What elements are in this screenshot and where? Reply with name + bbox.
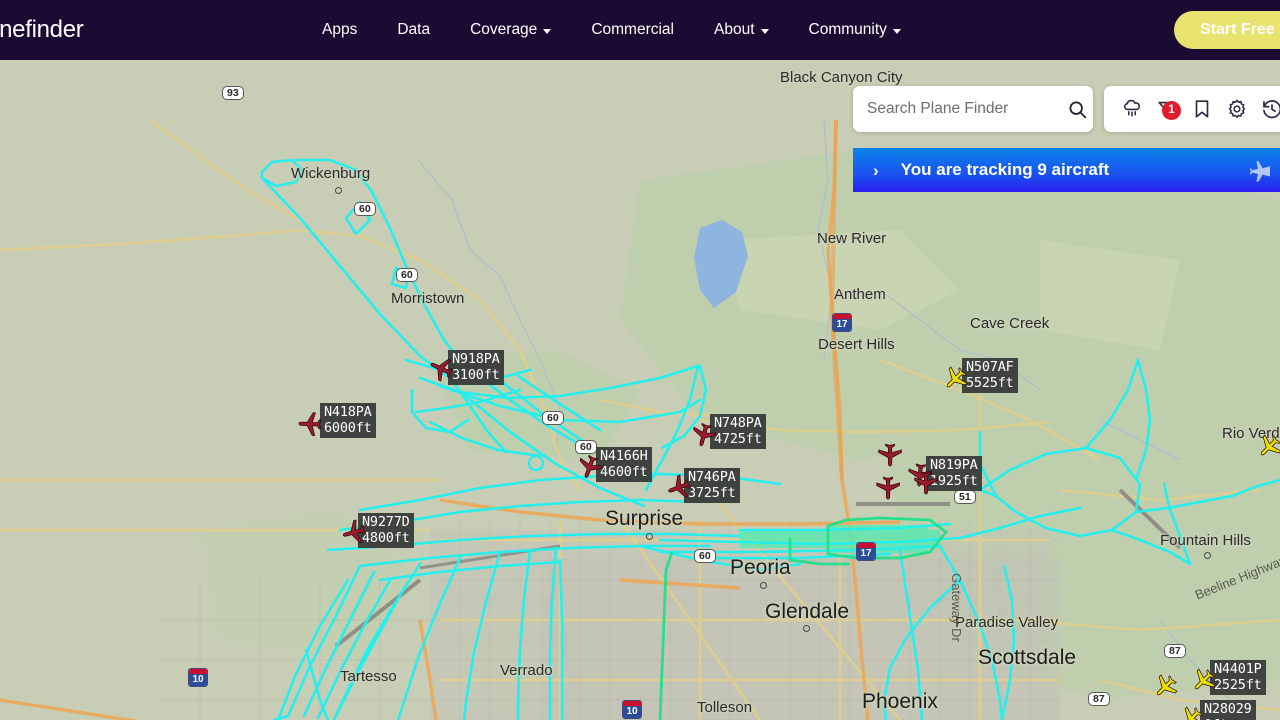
highway-shield: 10 <box>622 700 642 719</box>
aircraft-icon-N746PA[interactable] <box>666 473 694 506</box>
aircraft-callsign: N507AF <box>966 359 1014 375</box>
nav-item-label: Apps <box>322 21 358 38</box>
highway-shield: 60 <box>354 202 376 216</box>
nav-item-coverage[interactable]: Coverage <box>450 0 571 60</box>
nav-item-label: About <box>714 21 755 38</box>
gear-icon[interactable] <box>1223 96 1250 123</box>
city-marker-dot <box>1204 552 1211 559</box>
nav-item-about[interactable]: About <box>694 0 789 60</box>
main-nav[interactable]: Apps Data Coverage Commercial About Community <box>322 0 921 60</box>
tracking-banner-text: You are tracking 9 aircraft <box>900 160 1110 179</box>
plane-icon <box>1246 160 1276 189</box>
chevron-down-icon <box>760 28 769 34</box>
highway-shield: 17 <box>832 313 852 332</box>
brand-logo-text: Planefinder <box>0 16 84 43</box>
chevron-down-icon <box>892 28 901 34</box>
aircraft-icon-extra-1[interactable] <box>874 473 902 506</box>
aircraft-altitude: 4600ft <box>600 463 648 480</box>
city-marker-dot <box>760 582 767 589</box>
highway-shield: 51 <box>954 490 976 504</box>
highway-shield-number: 17 <box>857 548 875 560</box>
tracking-banner[interactable]: › You are tracking 9 aircraft <box>853 148 1280 192</box>
start-free-trial-label: Start Free Tr <box>1200 21 1280 38</box>
brand-logo[interactable]: Planefinder <box>0 16 84 44</box>
aircraft-altitude: 6000ft <box>324 419 372 436</box>
highway-shield-number: 17 <box>833 319 851 331</box>
filter-icon[interactable]: 1 <box>1153 96 1181 123</box>
aircraft-icon-N918PA[interactable] <box>428 355 456 388</box>
highway-shield: 60 <box>396 268 418 282</box>
aircraft-callsign: N28029 <box>1204 701 1252 717</box>
nav-item-label: Coverage <box>470 21 538 38</box>
history-icon[interactable] <box>1258 96 1280 123</box>
aircraft-callsign: N746PA <box>688 469 736 485</box>
nav-item-community[interactable]: Community <box>789 0 921 60</box>
highway-shield: 17 <box>856 542 876 561</box>
aircraft-callsign: N418PA <box>324 404 372 420</box>
aircraft-icon-extra-0[interactable] <box>876 440 904 473</box>
bookmark-icon[interactable] <box>1188 96 1215 123</box>
aircraft-callsign: N4401P <box>1214 661 1262 677</box>
site-header: Planefinder Apps Data Coverage Commercial Ab… <box>0 0 1280 60</box>
aircraft-icon-N4166H[interactable] <box>576 452 604 485</box>
map-toolbar[interactable]: 1 <box>1104 86 1280 132</box>
start-free-trial-button[interactable]: Start Free Tr <box>1174 11 1280 49</box>
search-input[interactable] <box>867 100 1067 118</box>
filter-badge-count: 1 <box>1162 100 1181 120</box>
aircraft-icon-N418PA[interactable] <box>297 410 325 443</box>
aircraft-altitude: 4725ft <box>714 430 762 447</box>
weather-icon[interactable] <box>1118 96 1145 123</box>
nav-item-label: Data <box>397 21 431 38</box>
aircraft-callsign: N9277D <box>362 514 410 530</box>
highway-shield: 10 <box>188 668 208 687</box>
highway-shield: 87 <box>1088 692 1110 706</box>
aircraft-altitude: 3100ft <box>452 366 500 383</box>
nav-item-data[interactable]: Data <box>377 0 450 60</box>
aircraft-icon-N28029[interactable] <box>1178 704 1206 720</box>
chevron-down-icon <box>543 28 552 34</box>
aircraft-icon-N9277D[interactable] <box>341 518 369 551</box>
aircraft-icon-extra-3[interactable] <box>1152 672 1180 705</box>
highway-shield: 93 <box>222 86 244 100</box>
nav-item-commercial[interactable]: Commercial <box>571 0 694 60</box>
city-marker-dot <box>803 625 810 632</box>
highway-shield: 60 <box>694 549 716 563</box>
aircraft-icon-N4401P[interactable] <box>1190 666 1218 699</box>
aircraft-callsign: N748PA <box>714 415 762 431</box>
aircraft-icon-N748PA[interactable] <box>690 420 718 453</box>
aircraft-icon-extra-4[interactable] <box>1256 432 1280 465</box>
nav-item-apps[interactable]: Apps <box>322 0 377 60</box>
highway-shield: 60 <box>542 411 564 425</box>
city-marker-dot <box>335 187 342 194</box>
search-box[interactable] <box>853 86 1093 132</box>
highway-shield-number: 10 <box>189 674 207 686</box>
aircraft-icon-N507AF[interactable] <box>942 364 970 397</box>
search-icon[interactable] <box>1067 99 1088 120</box>
city-marker-dot <box>646 533 653 540</box>
aircraft-label-N418PA[interactable]: N418PA 6000ft <box>320 403 376 438</box>
nav-item-label: Community <box>808 21 887 38</box>
aircraft-icon-extra-2[interactable] <box>912 468 940 501</box>
nav-item-label: Commercial <box>591 21 674 38</box>
highway-shield-number: 10 <box>623 706 641 718</box>
highway-shield: 87 <box>1164 644 1186 658</box>
expand-chevron-icon[interactable]: › <box>873 162 879 179</box>
